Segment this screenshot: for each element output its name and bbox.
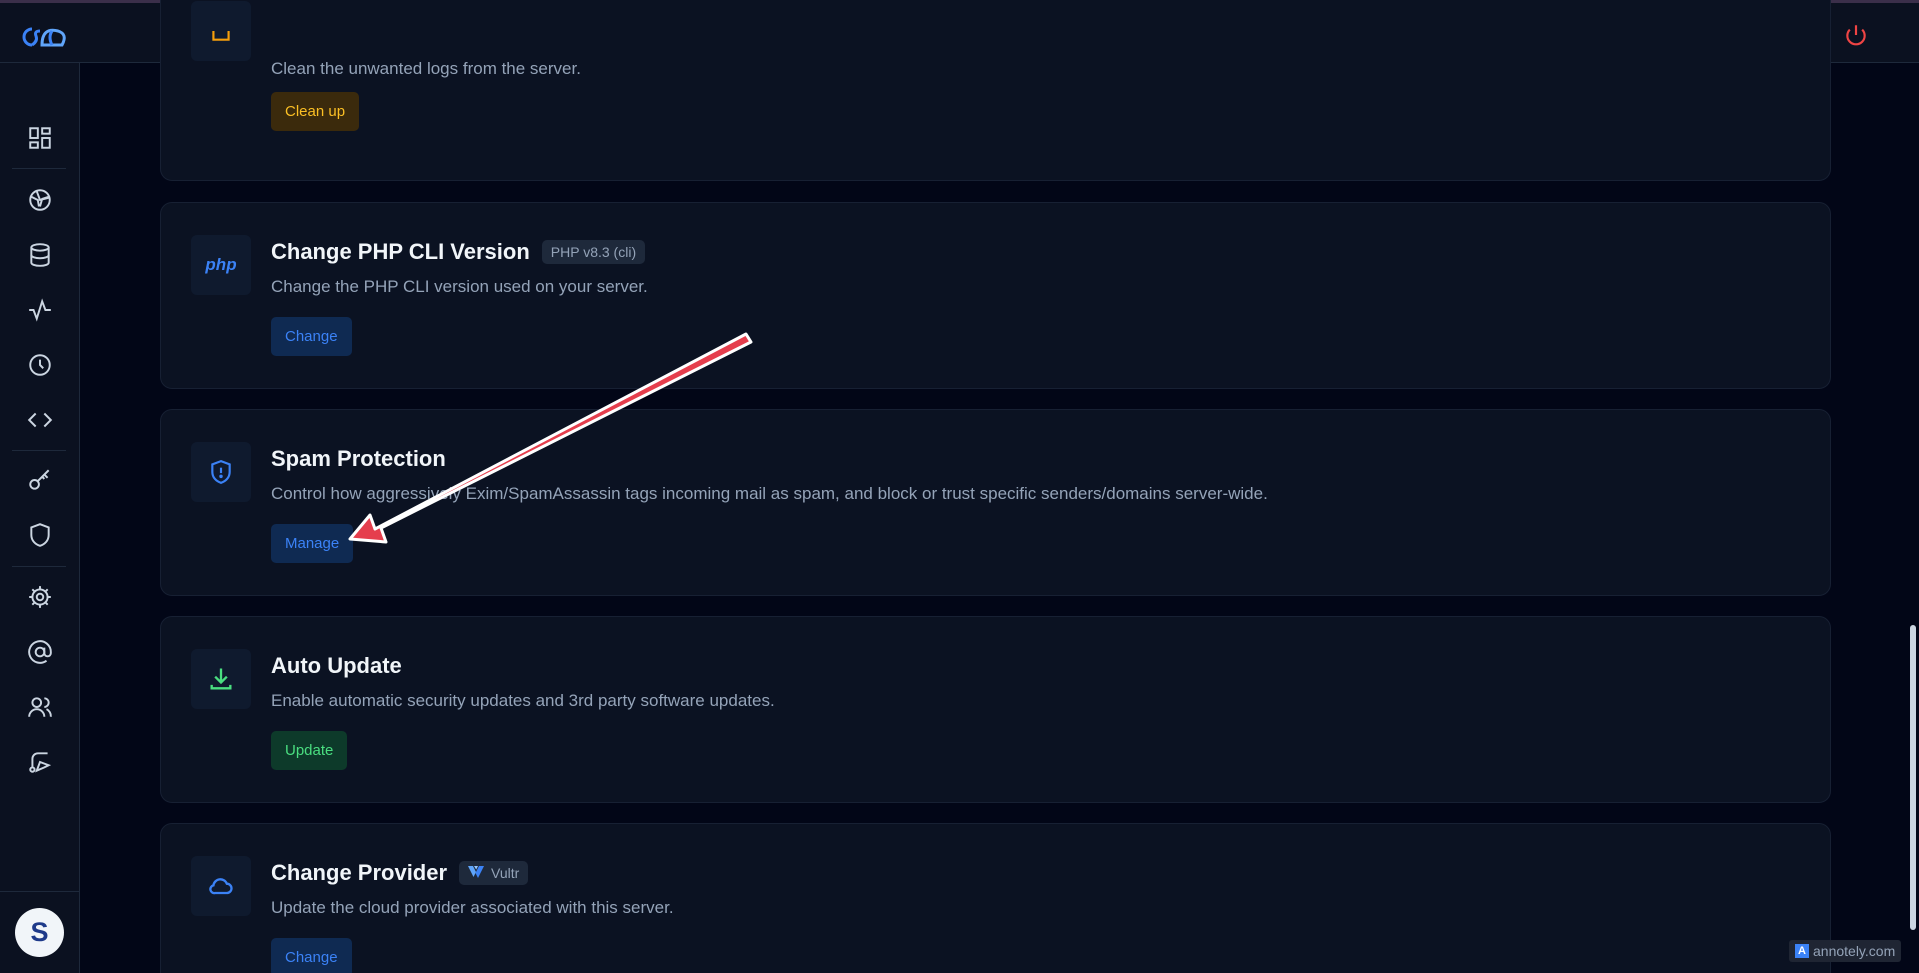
email-icon[interactable] [27, 639, 53, 665]
sidebar-divider [0, 891, 80, 892]
cleanup-card: Clean the unwanted logs from the server.… [160, 0, 1831, 181]
trash-icon [212, 31, 230, 41]
auto-update-title-text: Auto Update [271, 653, 402, 678]
sidebar-divider [12, 168, 66, 169]
sidebar-divider [12, 450, 66, 451]
key-icon[interactable] [27, 467, 53, 493]
change-provider-button[interactable]: Change [271, 938, 352, 973]
update-button[interactable]: Update [271, 731, 348, 770]
spam-card-title: Spam Protection [271, 446, 446, 472]
power-icon[interactable] [1843, 22, 1869, 48]
clean-up-button[interactable]: Clean up [271, 92, 360, 131]
auto-update-description: Enable automatic security updates and 3r… [271, 691, 775, 710]
watermark: A annotely.com [1789, 940, 1902, 962]
php-card-title: Change PHP CLI Version PHP v8.3 (cli) [271, 239, 646, 265]
provider-card-title: Change Provider Vultr [271, 860, 529, 886]
watermark-logo: A [1795, 944, 1809, 958]
spam-title-text: Spam Protection [271, 446, 446, 471]
provider-description: Update the cloud provider associated wit… [271, 898, 674, 917]
settings-icon[interactable] [27, 584, 53, 610]
auto-update-card-icon [191, 649, 251, 709]
users-icon[interactable] [27, 694, 53, 720]
sidebar-divider [12, 566, 66, 567]
watermark-text: annotely.com [1813, 943, 1896, 959]
integrations-icon[interactable] [27, 749, 53, 775]
code-icon[interactable] [27, 407, 53, 433]
php-card-icon: php [191, 235, 251, 295]
cleanup-description: Clean the unwanted logs from the server. [271, 59, 581, 78]
cron-icon[interactable] [27, 352, 53, 378]
sites-icon[interactable] [27, 187, 53, 213]
provider-badge: Vultr [459, 861, 529, 885]
spam-protection-card: Spam Protection Control how aggressively… [160, 409, 1831, 596]
manage-spam-button[interactable]: Manage [271, 524, 354, 563]
spam-card-icon [191, 442, 251, 502]
change-provider-card: Change Provider Vultr Update the cloud p… [160, 823, 1831, 973]
vultr-logo-icon [468, 866, 485, 878]
sidebar: S [0, 63, 80, 973]
app-logo[interactable] [18, 19, 72, 53]
scrollbar[interactable] [1910, 625, 1916, 930]
provider-card-icon [191, 856, 251, 916]
auto-update-card: Auto Update Enable automatic security up… [160, 616, 1831, 803]
php-icon: php [205, 255, 237, 274]
avatar[interactable]: S [15, 908, 64, 957]
shield-alert-icon [211, 460, 231, 484]
database-icon[interactable] [27, 242, 53, 268]
dashboard-icon[interactable] [27, 125, 53, 151]
php-title-text: Change PHP CLI Version [271, 239, 530, 264]
php-cli-card: php Change PHP CLI Version PHP v8.3 (cli… [160, 202, 1831, 389]
php-description: Change the PHP CLI version used on your … [271, 277, 648, 296]
change-php-button[interactable]: Change [271, 317, 352, 356]
auto-update-card-title: Auto Update [271, 653, 402, 679]
cleanup-card-icon [191, 1, 251, 61]
php-version-badge: PHP v8.3 (cli) [541, 240, 646, 264]
cloud-icon [209, 878, 233, 895]
shield-icon[interactable] [27, 522, 53, 548]
activity-icon[interactable] [27, 297, 53, 323]
download-icon [210, 668, 232, 690]
provider-badge-text: Vultr [491, 865, 520, 881]
spam-description: Control how aggressively Exim/SpamAssass… [271, 484, 1268, 503]
provider-title-text: Change Provider [271, 860, 448, 885]
